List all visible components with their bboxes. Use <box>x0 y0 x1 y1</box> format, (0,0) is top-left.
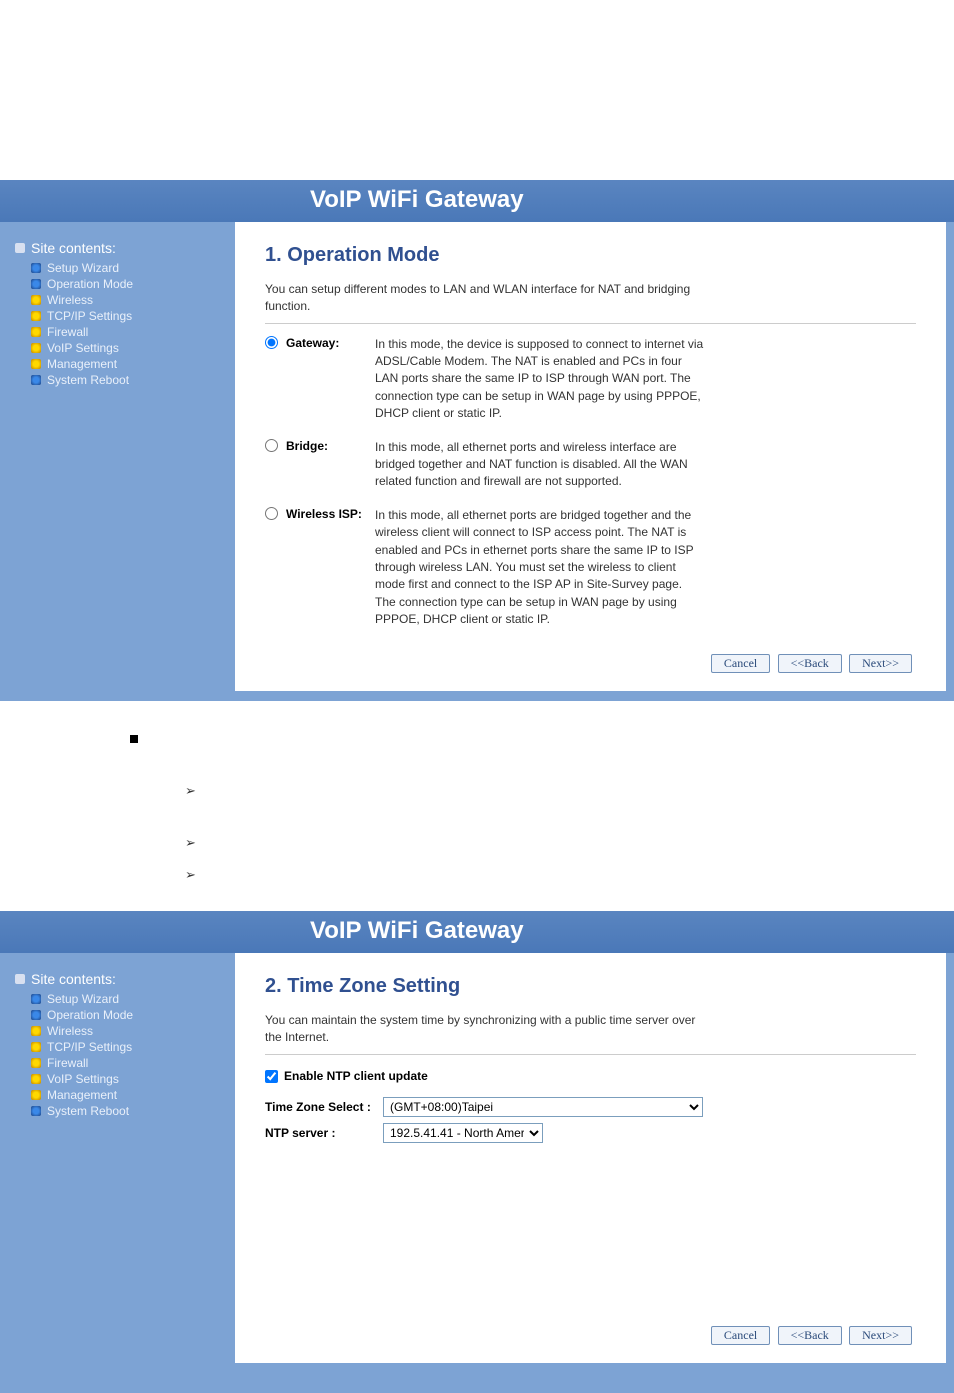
page-title: 1. Operation Mode <box>265 244 916 267</box>
back-button[interactable]: <<Back <box>778 1326 842 1345</box>
sidebar-item-operation-mode[interactable]: Operation Mode <box>15 1007 225 1023</box>
option-gateway: Gateway: In this mode, the device is sup… <box>265 336 916 423</box>
page-icon <box>31 375 41 385</box>
banner: VoIP WiFi Gateway <box>0 911 954 953</box>
sidebar-item-tcpip[interactable]: TCP/IP Settings <box>15 1039 225 1055</box>
sidebar-title: Site contents: <box>15 971 225 987</box>
folder-icon <box>31 1074 41 1084</box>
sidebar-item-firewall[interactable]: Firewall <box>15 324 225 340</box>
sidebar-item-setup-wizard[interactable]: Setup Wizard <box>15 991 225 1007</box>
timezone-select[interactable]: (GMT+08:00)Taipei <box>383 1097 703 1117</box>
button-row: Cancel <<Back Next>> <box>707 1316 916 1345</box>
desc-wireless-isp: In this mode, all ethernet ports are bri… <box>375 507 705 629</box>
sidebar-item-reboot[interactable]: System Reboot <box>15 1103 225 1119</box>
sidebar-item-tcpip[interactable]: TCP/IP Settings <box>15 308 225 324</box>
timezone-row: Time Zone Select : (GMT+08:00)Taipei <box>265 1097 916 1117</box>
next-button[interactable]: Next>> <box>849 654 912 673</box>
bullet-section <box>0 701 954 911</box>
sidebar-item-wireless[interactable]: Wireless <box>15 1023 225 1039</box>
ntp-row: NTP server : 192.5.41.41 - North America <box>265 1123 916 1143</box>
arrow-bullet-1 <box>130 775 954 807</box>
sidebar-title: Site contents: <box>15 240 225 256</box>
folder-icon <box>31 1090 41 1100</box>
page-icon <box>31 1106 41 1116</box>
folder-icon <box>31 1058 41 1068</box>
folder-icon <box>31 327 41 337</box>
folder-icon <box>31 311 41 321</box>
sidebar-item-management[interactable]: Management <box>15 356 225 372</box>
back-button[interactable]: <<Back <box>778 654 842 673</box>
radio-wireless-isp[interactable] <box>265 507 278 520</box>
cancel-button[interactable]: Cancel <box>711 654 770 673</box>
option-bridge: Bridge: In this mode, all ethernet ports… <box>265 439 916 491</box>
gateway-panel-1: VoIP WiFi Gateway Site contents: Setup W… <box>0 180 954 701</box>
button-row: Cancel <<Back Next>> <box>265 644 916 673</box>
next-button[interactable]: Next>> <box>849 1326 912 1345</box>
enable-ntp-label: Enable NTP client update <box>284 1069 428 1083</box>
desc-gateway: In this mode, the device is supposed to … <box>375 336 705 423</box>
page-desc: You can maintain the system time by sync… <box>265 1012 705 1046</box>
page-icon <box>31 994 41 1004</box>
cancel-button[interactable]: Cancel <box>711 1326 770 1345</box>
tz-label: Time Zone Select : <box>265 1100 375 1114</box>
banner: VoIP WiFi Gateway <box>0 180 954 222</box>
radio-gateway[interactable] <box>265 336 278 349</box>
sidebar-item-firewall[interactable]: Firewall <box>15 1055 225 1071</box>
arrow-bullet-3 <box>130 859 954 891</box>
sidebar-item-voip[interactable]: VoIP Settings <box>15 1071 225 1087</box>
ntp-label: NTP server : <box>265 1126 375 1140</box>
desc-bridge: In this mode, all ethernet ports and wir… <box>375 439 705 491</box>
sidebar-item-management[interactable]: Management <box>15 1087 225 1103</box>
page-desc: You can setup different modes to LAN and… <box>265 281 705 315</box>
sidebar-item-setup-wizard[interactable]: Setup Wizard <box>15 260 225 276</box>
radio-bridge[interactable] <box>265 439 278 452</box>
enable-ntp-checkbox[interactable] <box>265 1070 278 1083</box>
tree-icon <box>15 243 25 253</box>
folder-icon <box>31 1026 41 1036</box>
content-operation-mode: 1. Operation Mode You can setup differen… <box>235 222 946 691</box>
enable-ntp-row: Enable NTP client update <box>265 1069 916 1083</box>
folder-icon <box>31 1042 41 1052</box>
page-icon <box>31 1010 41 1020</box>
page-icon <box>31 263 41 273</box>
ntp-server-select[interactable]: 192.5.41.41 - North America <box>383 1123 543 1143</box>
option-wireless-isp: Wireless ISP: In this mode, all ethernet… <box>265 507 916 629</box>
sidebar-item-reboot[interactable]: System Reboot <box>15 372 225 388</box>
square-bullet-icon <box>130 735 138 743</box>
sidebar: Site contents: Setup Wizard Operation Mo… <box>0 953 235 1393</box>
content-timezone: 2. Time Zone Setting You can maintain th… <box>235 953 946 1363</box>
sidebar: Site contents: Setup Wizard Operation Mo… <box>0 222 235 701</box>
sidebar-item-wireless[interactable]: Wireless <box>15 292 225 308</box>
sidebar-item-operation-mode[interactable]: Operation Mode <box>15 276 225 292</box>
sidebar-item-voip[interactable]: VoIP Settings <box>15 340 225 356</box>
page-icon <box>31 279 41 289</box>
arrow-bullet-2 <box>130 827 954 859</box>
tree-icon <box>15 974 25 984</box>
page-title: 2. Time Zone Setting <box>265 975 916 998</box>
gateway-panel-2: VoIP WiFi Gateway Site contents: Setup W… <box>0 911 954 1393</box>
folder-icon <box>31 295 41 305</box>
folder-icon <box>31 359 41 369</box>
folder-icon <box>31 343 41 353</box>
